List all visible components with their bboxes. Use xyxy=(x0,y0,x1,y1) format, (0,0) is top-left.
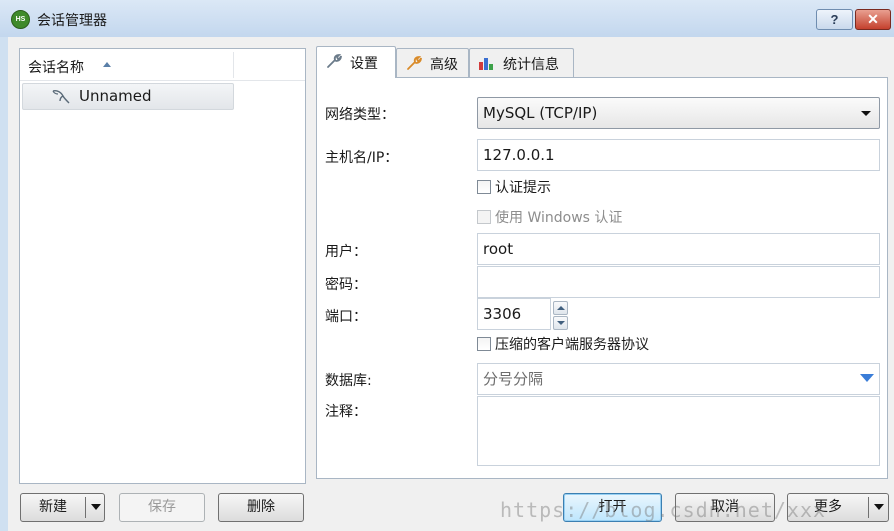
comment-label: 注释： xyxy=(325,404,367,420)
port-decrement-button[interactable] xyxy=(553,316,568,330)
sort-ascending-icon xyxy=(103,62,111,67)
open-button[interactable]: 打开 xyxy=(563,493,662,522)
windows-auth-label: 使用 Windows 认证 xyxy=(495,210,623,226)
port-input[interactable]: 3306 xyxy=(477,298,551,330)
column-divider[interactable] xyxy=(233,52,234,78)
password-label: 密码： xyxy=(325,277,367,293)
more-split-button[interactable]: 更多 xyxy=(787,493,889,522)
mysql-dolphin-icon xyxy=(52,90,70,104)
split-divider xyxy=(85,497,86,518)
chevron-down-icon[interactable] xyxy=(874,504,884,510)
settings-panel: 网络类型： MySQL (TCP/IP) 主机名/IP： 127.0.0.1 认… xyxy=(316,77,888,479)
user-input[interactable]: root xyxy=(477,233,880,265)
heidisql-logo-icon: HS xyxy=(11,10,30,29)
user-label: 用户： xyxy=(325,244,367,260)
list-header: 会话名称 xyxy=(20,49,305,81)
tab-statistics[interactable]: 统计信息 xyxy=(469,48,574,77)
session-item-label: Unnamed xyxy=(79,87,152,105)
password-input[interactable] xyxy=(477,266,880,298)
wrench-icon xyxy=(327,54,342,68)
new-split-button[interactable]: 新建 xyxy=(20,493,105,522)
session-list[interactable]: 会话名称 Unnamed xyxy=(19,48,306,484)
close-button[interactable]: ✕ xyxy=(855,9,891,30)
tab-advanced-label: 高级 xyxy=(430,57,458,73)
network-type-select[interactable]: MySQL (TCP/IP) xyxy=(477,97,880,129)
help-button[interactable]: ? xyxy=(816,9,853,30)
host-label: 主机名/IP： xyxy=(325,150,399,166)
cancel-button[interactable]: 取消 xyxy=(675,493,775,522)
delete-button[interactable]: 删除 xyxy=(218,493,304,522)
compress-protocol-checkbox[interactable]: 压缩的客户端服务器协议 xyxy=(477,334,649,354)
checkbox-box[interactable] xyxy=(477,180,491,194)
chevron-down-icon[interactable] xyxy=(860,374,874,382)
wrench-icon xyxy=(407,56,422,70)
arrow-down-icon xyxy=(557,321,565,325)
port-increment-button[interactable] xyxy=(553,301,568,315)
session-item-unnamed[interactable]: Unnamed xyxy=(22,83,234,110)
tab-settings-label: 设置 xyxy=(350,56,378,72)
tab-settings[interactable]: 设置 xyxy=(316,46,396,78)
auth-prompt-label: 认证提示 xyxy=(495,180,551,196)
dialog-body: 会话名称 Unnamed 设置 高级 统计信息 网络类型： MySQL (TCP… xyxy=(8,37,894,531)
title-bar: HS 会话管理器 ? ✕ xyxy=(0,0,894,37)
database-combobox[interactable]: 分号分隔 xyxy=(477,363,880,395)
database-label: 数据库: xyxy=(325,373,372,389)
arrow-up-icon xyxy=(557,306,565,310)
host-input[interactable]: 127.0.0.1 xyxy=(477,139,880,171)
tab-statistics-label: 统计信息 xyxy=(503,57,559,73)
network-type-label: 网络类型： xyxy=(325,107,395,123)
port-label: 端口： xyxy=(325,309,367,325)
new-button[interactable]: 新建 xyxy=(21,494,85,521)
network-type-value: MySQL (TCP/IP) xyxy=(483,104,598,122)
comment-textarea[interactable] xyxy=(477,396,880,466)
chevron-down-icon[interactable] xyxy=(91,504,101,510)
database-placeholder: 分号分隔 xyxy=(483,370,544,388)
auth-prompt-checkbox[interactable]: 认证提示 xyxy=(477,177,551,197)
compress-protocol-label: 压缩的客户端服务器协议 xyxy=(495,337,649,353)
split-divider xyxy=(868,497,869,518)
tab-advanced[interactable]: 高级 xyxy=(396,48,469,77)
checkbox-box[interactable] xyxy=(477,337,491,351)
more-button[interactable]: 更多 xyxy=(788,494,868,521)
save-button: 保存 xyxy=(119,493,205,522)
checkbox-box xyxy=(477,210,491,224)
bar-chart-icon xyxy=(479,58,493,70)
windows-auth-checkbox: 使用 Windows 认证 xyxy=(477,207,622,227)
chevron-down-icon xyxy=(861,111,871,116)
window-title: 会话管理器 xyxy=(37,13,107,29)
column-header-session-name[interactable]: 会话名称 xyxy=(28,57,84,77)
